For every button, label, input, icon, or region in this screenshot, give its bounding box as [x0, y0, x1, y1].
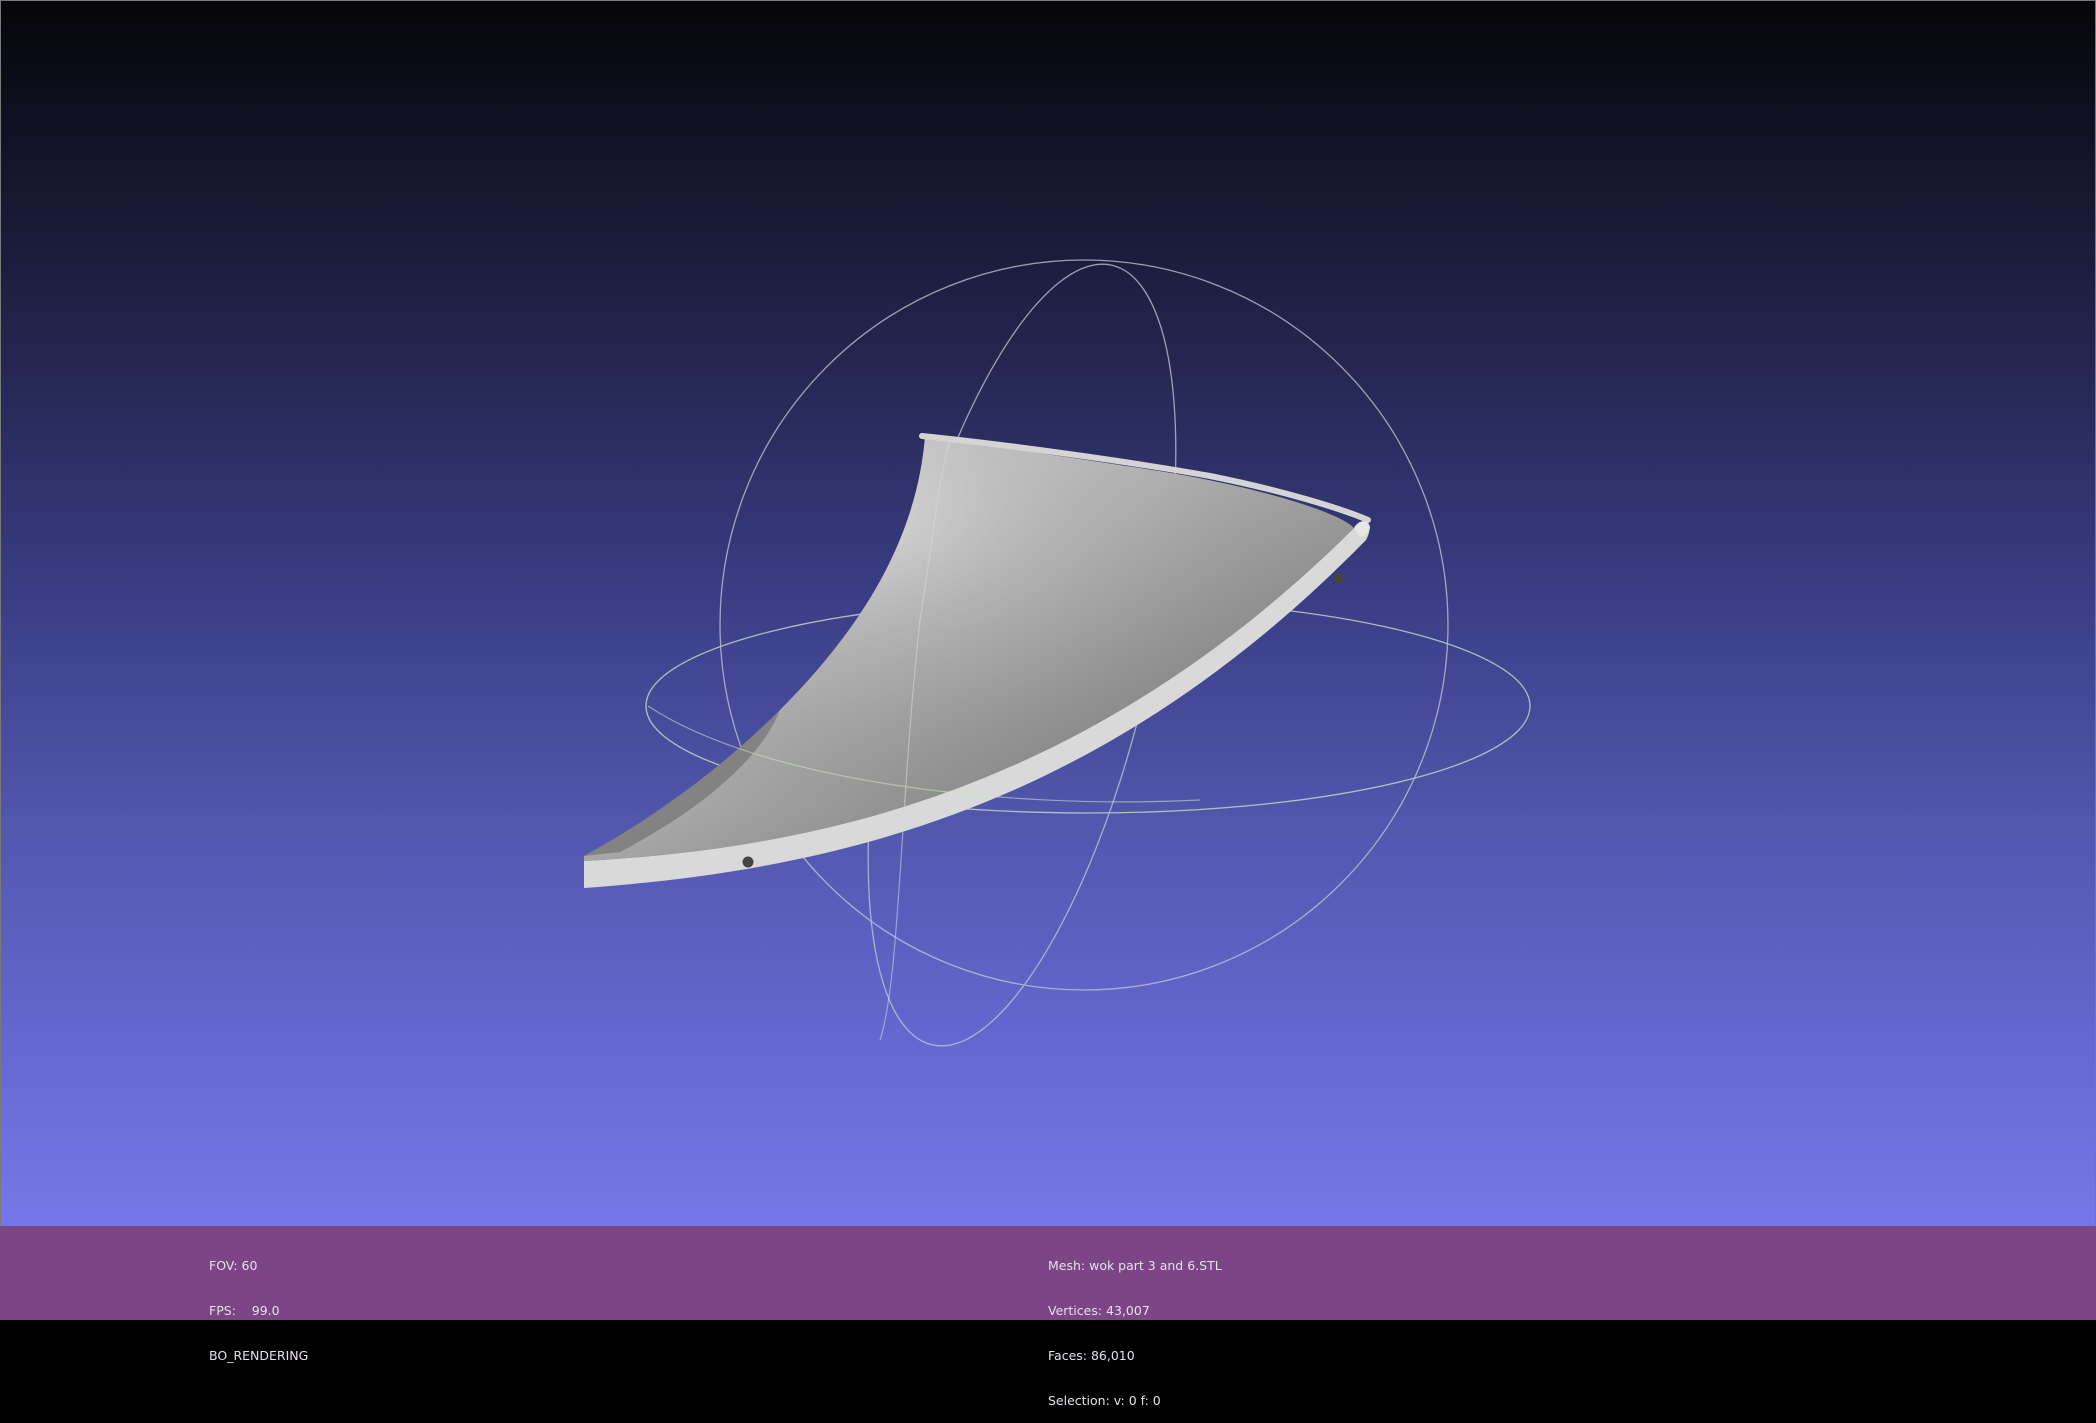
- 3d-viewport[interactable]: [0, 0, 2096, 1320]
- scene-canvas[interactable]: [0, 0, 2096, 1320]
- mesh-info-panel: Mesh: wok part 3 and 6.STL Vertices: 43,…: [1048, 1228, 1222, 1423]
- fov-readout: FOV: 60: [209, 1258, 258, 1273]
- selection-readout: Selection: v: 0 f: 0: [1048, 1393, 1161, 1408]
- mesh-name-readout: Mesh: wok part 3 and 6.STL: [1048, 1258, 1222, 1273]
- fps-readout: FPS: 99.0: [209, 1303, 280, 1318]
- render-info-panel: FOV: 60 FPS: 99.0 BO_RENDERING: [209, 1228, 308, 1378]
- faces-readout: Faces: 86,010: [1048, 1348, 1135, 1363]
- vertices-readout: Vertices: 43,007: [1048, 1303, 1150, 1318]
- mesh-model[interactable]: [584, 433, 1371, 888]
- mesh-hole-left: [742, 856, 754, 868]
- mesh-hole-right: [1333, 573, 1345, 585]
- render-mode-readout: BO_RENDERING: [209, 1348, 309, 1363]
